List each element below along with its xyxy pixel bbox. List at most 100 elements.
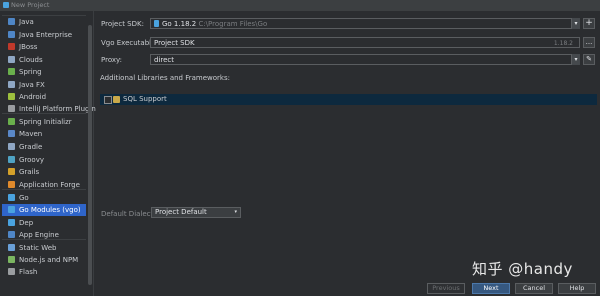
sidebar-item-label: JBoss	[19, 43, 38, 51]
vgo-version: 1.18.2	[553, 40, 573, 47]
project-type-icon	[8, 56, 15, 63]
sidebar-item-label: Flash	[19, 268, 38, 276]
proxy-select[interactable]: direct	[150, 54, 580, 65]
project-type-icon	[8, 31, 15, 38]
add-sdk-button[interactable]: +	[583, 18, 595, 29]
sidebar-item[interactable]: Maven	[2, 128, 86, 140]
chevron-down-icon: ▾	[234, 209, 237, 215]
sidebar-item[interactable]: Application Forge	[2, 179, 86, 191]
default-dialect-label: Default Dialect:	[101, 210, 156, 218]
sidebar-item[interactable]: App Engine	[2, 229, 86, 241]
sidebar-item[interactable]: Node.js and NPM	[2, 254, 86, 266]
sidebar-item[interactable]: Java	[2, 16, 86, 28]
sidebar-item[interactable]: Go Modules (vgo)	[2, 204, 86, 216]
sidebar-item-label: Clouds	[19, 56, 43, 64]
sidebar-item[interactable]: Go	[2, 192, 86, 204]
default-dialect-value: Project Default	[155, 208, 207, 216]
sql-support-label: SQL Support	[123, 95, 167, 103]
help-button[interactable]: Help	[558, 283, 596, 294]
watermark: 知乎 @handy	[472, 260, 573, 278]
project-type-icon	[8, 181, 15, 188]
vgo-executable-field[interactable]: Project SDK 1.18.2	[150, 37, 580, 48]
project-type-icon	[8, 68, 15, 75]
sidebar-item[interactable]: Groovy	[2, 154, 86, 166]
project-type-icon	[8, 156, 15, 163]
project-type-icon	[8, 194, 15, 201]
sidebar-item[interactable]: Clouds	[2, 54, 86, 66]
project-settings-panel: Project SDK: Go 1.18.2 C:\Program Files\…	[94, 11, 600, 296]
intellij-app-icon	[3, 2, 9, 8]
sidebar-item-label: Maven	[19, 130, 43, 138]
project-type-icon	[8, 206, 15, 213]
sidebar-item-label: Dep	[19, 219, 34, 227]
sql-support-checkbox[interactable]	[104, 96, 112, 104]
sidebar-item-label: Java FX	[19, 81, 45, 89]
chevron-down-icon[interactable]: ▾	[571, 18, 580, 29]
project-type-icon	[8, 130, 15, 137]
sidebar-item-label: Go Modules (vgo)	[19, 206, 81, 214]
sidebar-item-label: Spring Initializr	[19, 118, 72, 126]
sidebar-item-label: Application Forge	[19, 181, 80, 189]
sidebar-item-label: Spring	[19, 68, 42, 76]
project-type-icon	[8, 118, 15, 125]
project-sdk-label: Project SDK:	[101, 20, 144, 28]
window-title-bar: New Project	[0, 0, 600, 11]
window-title: New Project	[11, 1, 50, 9]
chevron-down-icon[interactable]: ▾	[571, 54, 580, 65]
project-type-icon	[8, 93, 15, 100]
sidebar-scrollbar[interactable]	[88, 25, 92, 285]
sidebar-item[interactable]: JBoss	[2, 41, 86, 53]
proxy-label: Proxy:	[101, 56, 123, 64]
edit-proxy-button[interactable]: ✎	[583, 54, 595, 65]
sidebar-item[interactable]: Spring	[2, 66, 86, 78]
project-sdk-path: C:\Program Files\Go	[198, 20, 268, 28]
project-type-sidebar: Java Java Enterprise JBoss Clouds Spring Java…	[0, 11, 96, 296]
browse-button[interactable]: ...	[583, 37, 595, 48]
default-dialect-select[interactable]: Project Default ▾	[151, 207, 241, 218]
project-type-icon	[8, 105, 15, 112]
libraries-label: Additional Libraries and Frameworks:	[100, 74, 230, 82]
project-type-icon	[8, 43, 15, 50]
sidebar-item[interactable]: Flash	[2, 266, 86, 278]
previous-button[interactable]: Previous	[427, 283, 465, 294]
list-item[interactable]: SQL Support	[100, 94, 597, 105]
project-type-icon	[8, 268, 15, 275]
sidebar-item[interactable]: Static Web	[2, 242, 86, 254]
sidebar-item-label: Java Enterprise	[19, 31, 73, 39]
project-type-icon	[8, 168, 15, 175]
sidebar-item-label: Gradle	[19, 143, 43, 151]
sidebar-item[interactable]: IntelliJ Platform Plugin	[2, 103, 96, 115]
sidebar-item-label: IntelliJ Platform Plugin	[19, 105, 96, 113]
sidebar-item[interactable]: Spring Initializr	[2, 116, 86, 128]
project-sdk-value: Go 1.18.2	[162, 20, 197, 28]
project-type-icon	[8, 81, 15, 88]
sidebar-item-label: App Engine	[19, 231, 59, 239]
sidebar-item-label: Groovy	[19, 156, 44, 164]
project-type-icon	[8, 231, 15, 238]
proxy-value: direct	[154, 56, 175, 64]
vgo-executable-value: Project SDK	[154, 39, 195, 47]
sidebar-item-label: Java	[19, 18, 34, 26]
sidebar-item[interactable]: Java FX	[2, 79, 86, 91]
project-type-icon	[8, 18, 15, 25]
project-type-icon	[8, 219, 15, 226]
sidebar-item-label: Go	[19, 194, 29, 202]
sidebar-item[interactable]: Android	[2, 91, 86, 103]
project-sdk-select[interactable]: Go 1.18.2 C:\Program Files\Go	[150, 18, 580, 29]
project-type-icon	[8, 256, 15, 263]
database-icon	[113, 96, 120, 103]
sidebar-item[interactable]: Gradle	[2, 141, 86, 153]
sidebar-item-label: Grails	[19, 168, 40, 176]
sidebar-item-label: Static Web	[19, 244, 57, 252]
cancel-button[interactable]: Cancel	[515, 283, 553, 294]
sidebar-item[interactable]: Java Enterprise	[2, 29, 86, 41]
go-sdk-icon	[154, 20, 159, 27]
sidebar-item-label: Node.js and NPM	[19, 256, 79, 264]
libraries-list: SQL Support	[100, 82, 597, 202]
sidebar-item[interactable]: Dep	[2, 217, 86, 229]
sidebar-item-label: Android	[19, 93, 47, 101]
next-button[interactable]: Next	[472, 283, 510, 294]
project-type-icon	[8, 143, 15, 150]
sidebar-item[interactable]: Grails	[2, 166, 86, 178]
project-type-icon	[8, 244, 15, 251]
